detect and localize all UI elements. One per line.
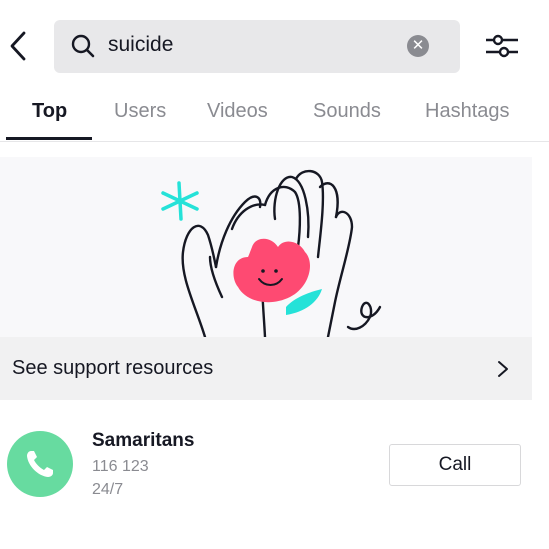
filter-button[interactable] xyxy=(484,30,520,62)
chevron-left-icon xyxy=(10,31,26,61)
support-banner: See support resources xyxy=(0,157,532,400)
tab-top[interactable]: Top xyxy=(32,100,67,123)
support-link-label: See support resources xyxy=(12,357,214,379)
see-support-resources-link[interactable]: See support resources xyxy=(0,337,532,400)
hotline-number: 116 123 xyxy=(92,458,149,475)
hands-flower-illustration xyxy=(161,169,382,337)
search-input[interactable]: suicide xyxy=(108,33,173,57)
sliders-icon xyxy=(486,34,518,58)
tab-sounds[interactable]: Sounds xyxy=(313,100,381,123)
hotline-avatar xyxy=(7,431,73,497)
hotline-hours: 24/7 xyxy=(92,481,124,498)
flower-icon xyxy=(233,238,322,315)
back-button[interactable] xyxy=(6,30,30,62)
call-button[interactable]: Call xyxy=(389,444,521,486)
search-icon xyxy=(71,34,95,58)
clear-x-icon: ✕ xyxy=(411,37,425,54)
chevron-right-icon xyxy=(498,361,508,377)
tab-users[interactable]: Users xyxy=(114,100,166,123)
sparkle-icon xyxy=(161,181,199,221)
hotline-item: Samaritans 116 123 24/7 Call xyxy=(0,420,549,510)
search-tabs: Top Users Videos Sounds Hashtags xyxy=(0,90,549,142)
hotline-name: Samaritans xyxy=(92,430,195,451)
tabs-divider xyxy=(0,141,549,142)
clear-search-button[interactable]: ✕ xyxy=(407,35,429,57)
active-tab-indicator xyxy=(6,137,92,140)
phone-icon xyxy=(27,451,53,477)
tab-hashtags[interactable]: Hashtags xyxy=(425,100,510,123)
tab-videos[interactable]: Videos xyxy=(207,100,268,123)
search-bar[interactable]: suicide ✕ xyxy=(54,20,460,73)
